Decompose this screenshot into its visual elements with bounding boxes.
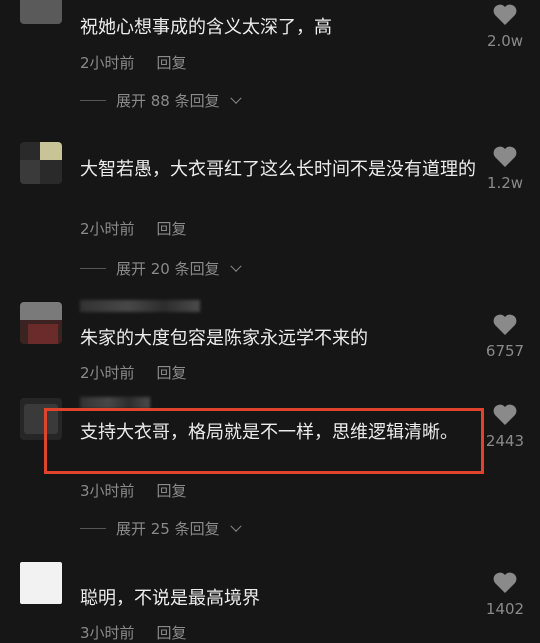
like-count: 1402 [485, 600, 525, 618]
heart-icon [492, 314, 518, 336]
heart-icon [492, 572, 518, 594]
like-button[interactable]: 6757 [480, 314, 530, 360]
comment-text: 大智若愚，大衣哥红了这么长时间不是没有道理的 [80, 159, 476, 180]
divider [80, 268, 106, 269]
reply-button[interactable]: 回复 [157, 218, 187, 239]
comment-meta: 2小时前 回复 [80, 362, 187, 383]
comment-meta: 3小时前 回复 [80, 480, 187, 501]
comment-meta: 2小时前 回复 [80, 52, 187, 73]
reply-button[interactable]: 回复 [157, 362, 187, 383]
like-count: 2.0w [486, 32, 524, 50]
like-count: 6757 [485, 342, 525, 360]
like-button[interactable]: 2443 [480, 404, 530, 450]
expand-replies-button[interactable]: 展开 25 条回复 [80, 518, 242, 539]
reply-button[interactable]: 回复 [157, 480, 187, 501]
chevron-down-icon [229, 92, 242, 104]
heart-icon [492, 146, 518, 168]
comment-meta: 2小时前 回复 [80, 218, 187, 239]
reply-button[interactable]: 回复 [157, 52, 187, 73]
chevron-down-icon [229, 520, 242, 532]
heart-icon [492, 4, 518, 26]
highlight-box [44, 408, 484, 474]
like-button[interactable]: 2.0w [480, 4, 530, 50]
comment-text: 聪明，不说是最高境界 [80, 588, 260, 609]
like-button[interactable]: 1402 [480, 572, 530, 618]
divider [80, 100, 106, 101]
avatar[interactable] [20, 0, 62, 24]
like-button[interactable]: 1.2w [480, 146, 530, 192]
avatar[interactable] [20, 562, 62, 604]
expand-replies-label: 展开 88 条回复 [116, 92, 220, 110]
expand-replies-button[interactable]: 展开 20 条回复 [80, 258, 242, 279]
expand-replies-label: 展开 20 条回复 [116, 260, 220, 278]
comment-time: 2小时前 [80, 364, 135, 382]
avatar[interactable] [20, 302, 62, 344]
heart-icon [492, 404, 518, 426]
comment-text: 朱家的大度包容是陈家永远学不来的 [80, 328, 368, 349]
comment-time: 2小时前 [80, 220, 135, 238]
expand-replies-label: 展开 25 条回复 [116, 520, 220, 538]
avatar[interactable] [20, 142, 62, 184]
like-count: 2443 [485, 432, 525, 450]
comment-time: 2小时前 [80, 54, 135, 72]
chevron-down-icon [229, 260, 242, 272]
username[interactable] [80, 300, 200, 312]
expand-replies-button[interactable]: 展开 88 条回复 [80, 90, 242, 111]
comment-text: 祝她心想事成的含义太深了，高 [80, 17, 332, 38]
comment-time: 3小时前 [80, 482, 135, 500]
like-count: 1.2w [486, 174, 524, 192]
divider [80, 528, 106, 529]
